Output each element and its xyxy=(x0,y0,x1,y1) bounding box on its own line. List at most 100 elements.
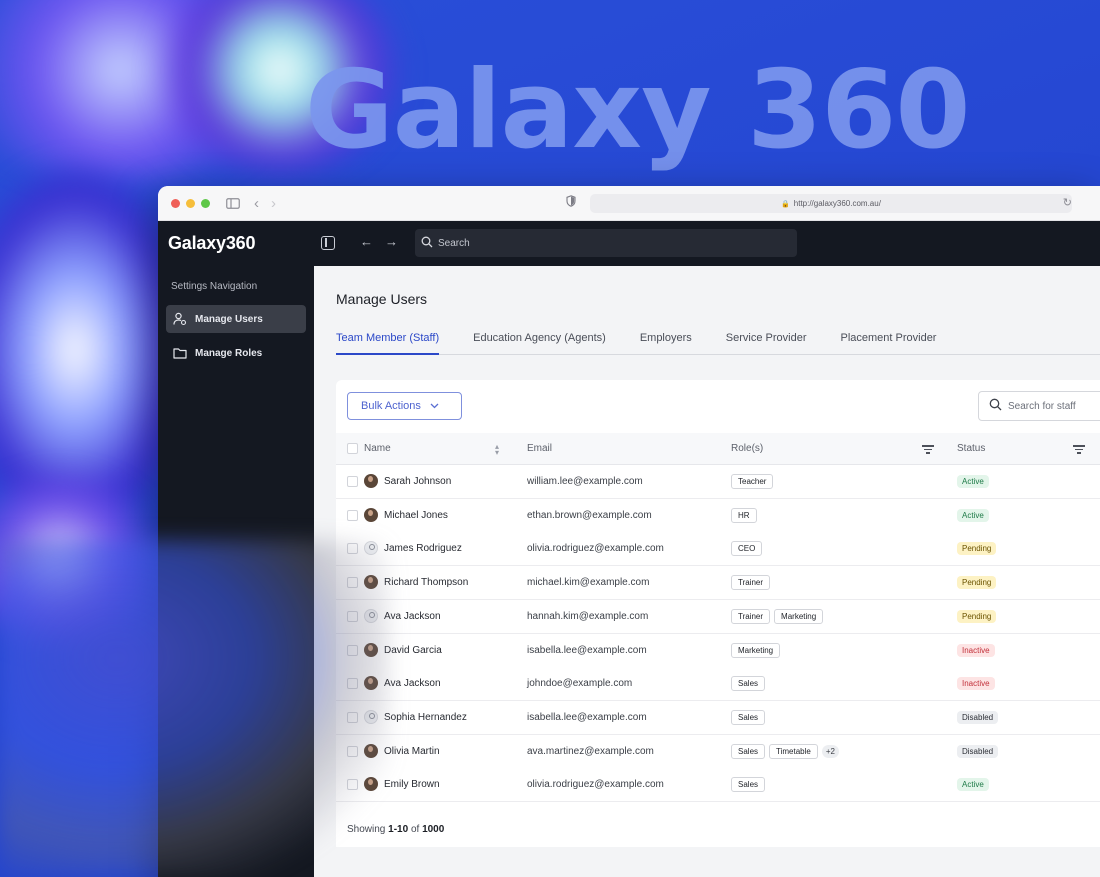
role-tag: Timetable xyxy=(769,743,818,759)
table-row[interactable]: Emily Brown olivia.rodriguez@example.com S… xyxy=(336,768,1100,803)
row-checkbox[interactable] xyxy=(347,543,358,555)
status-badge: Inactive xyxy=(957,643,995,657)
user-placeholder-icon xyxy=(364,541,378,556)
table-row[interactable]: Sophia Hernandez isabella.lee@example.com… xyxy=(336,700,1100,735)
avatar xyxy=(364,743,378,758)
browser-back-icon[interactable]: ‹ xyxy=(254,195,259,212)
user-type-tabs: Team Member (Staff) Education Agency (Ag… xyxy=(336,332,1100,355)
search-icon xyxy=(421,236,433,251)
status-badge: Pending xyxy=(957,542,997,556)
roles-filter-icon[interactable] xyxy=(922,445,934,456)
table-row[interactable]: David Garcia isabella.lee@example.com Mark… xyxy=(336,633,1100,668)
table-row[interactable]: Michael Jones ethan.brown@example.com HR Ac… xyxy=(336,498,1100,533)
global-search-placeholder: Search xyxy=(438,237,470,249)
privacy-shield-icon[interactable] xyxy=(566,195,576,207)
user-email: isabella.lee@example.com xyxy=(527,711,647,723)
column-header-email[interactable]: Email xyxy=(527,443,552,454)
user-email: olivia.rodriguez@example.com xyxy=(527,779,664,791)
role-tags: Sales Timetable +2 xyxy=(731,743,839,759)
tab-team-member-staff[interactable]: Team Member (Staff) xyxy=(336,332,440,355)
row-checkbox[interactable] xyxy=(347,577,358,589)
row-checkbox[interactable] xyxy=(347,644,358,656)
user-name: James Rodriguez xyxy=(384,543,462,555)
sidebar-item-label: Manage Users xyxy=(195,313,263,325)
row-checkbox[interactable] xyxy=(347,745,358,757)
global-search-input[interactable]: Search xyxy=(415,229,797,257)
row-checkbox[interactable] xyxy=(347,509,358,521)
close-window-button[interactable] xyxy=(171,198,180,208)
pagination-of: of xyxy=(410,824,420,835)
user-name: Sophia Hernandez xyxy=(384,711,467,723)
zoom-window-button[interactable] xyxy=(201,198,210,208)
role-tags: Trainer xyxy=(731,575,774,591)
role-tag: Marketing xyxy=(774,608,824,624)
tab-education-agency[interactable]: Education Agency (Agents) xyxy=(473,332,606,355)
user-name: Ava Jackson xyxy=(384,678,441,690)
table-row[interactable]: Sarah Johnson william.lee@example.com Teac… xyxy=(336,465,1100,499)
chevron-down-icon xyxy=(430,401,439,411)
user-name: David Garcia xyxy=(384,644,442,656)
row-checkbox[interactable] xyxy=(347,476,358,487)
collapse-sidebar-icon[interactable] xyxy=(321,236,335,250)
address-bar[interactable]: 🔒 http://galaxy360.com.au/ xyxy=(590,194,1072,213)
column-header-roles[interactable]: Role(s) xyxy=(731,443,763,454)
search-icon xyxy=(989,398,1002,414)
user-name: Emily Brown xyxy=(384,779,440,791)
role-tags: Marketing xyxy=(731,642,784,658)
column-header-status[interactable]: Status xyxy=(957,443,985,454)
status-badge: Active xyxy=(957,508,989,522)
browser-forward-icon[interactable]: › xyxy=(271,195,276,212)
row-checkbox[interactable] xyxy=(347,711,358,723)
sidebar-item-manage-users[interactable]: Manage Users xyxy=(166,305,306,333)
bulk-actions-button[interactable]: Bulk Actions xyxy=(347,392,462,420)
minimize-window-button[interactable] xyxy=(186,198,195,208)
avatar xyxy=(364,474,378,488)
table-row[interactable]: James Rodriguez olivia.rodriguez@example.… xyxy=(336,532,1100,567)
status-filter-icon[interactable] xyxy=(1073,445,1085,456)
browser-sidebar-icon[interactable] xyxy=(226,197,240,209)
avatar xyxy=(364,676,378,691)
sort-icon[interactable]: ▴ ▾ xyxy=(495,443,499,457)
more-roles-badge[interactable]: +2 xyxy=(821,744,839,758)
user-name: Michael Jones xyxy=(384,509,448,521)
pagination-prefix: Showing xyxy=(347,824,386,835)
back-arrow-icon[interactable]: ← xyxy=(360,234,373,249)
staff-search-input[interactable]: Search for staff xyxy=(978,391,1100,421)
user-name: Richard Thompson xyxy=(384,577,469,589)
row-checkbox[interactable] xyxy=(347,678,358,690)
role-tag: HR xyxy=(731,507,757,523)
user-placeholder-icon xyxy=(364,608,378,623)
user-email: hannah.kim@example.com xyxy=(527,610,649,622)
tab-employers[interactable]: Employers xyxy=(640,332,692,355)
row-checkbox[interactable] xyxy=(347,610,358,622)
select-all-checkbox[interactable] xyxy=(347,443,358,454)
sidebar-item-label: Manage Roles xyxy=(195,347,263,359)
app-logo[interactable]: Galaxy360 xyxy=(168,233,255,254)
sidebar-item-manage-roles[interactable]: Manage Roles xyxy=(166,339,306,367)
tab-placement-provider[interactable]: Placement Provider xyxy=(840,332,936,355)
status-badge: Inactive xyxy=(957,677,995,691)
app-header: Galaxy360 ← → Search xyxy=(158,221,1100,266)
tab-service-provider[interactable]: Service Provider xyxy=(726,332,807,355)
user-name: Sarah Johnson xyxy=(384,476,452,487)
table-row[interactable]: Olivia Martin ava.martinez@example.com Sal… xyxy=(336,734,1100,769)
reload-icon[interactable]: ↻ xyxy=(1063,196,1072,209)
sidebar-heading: Settings Navigation xyxy=(171,281,258,292)
role-tags: Sales xyxy=(731,709,769,725)
user-name: Ava Jackson xyxy=(384,610,441,622)
role-tags: Trainer Marketing xyxy=(731,608,827,624)
user-email: ethan.brown@example.com xyxy=(527,509,652,521)
table-row[interactable]: Ava Jackson johndoe@example.com Sales Inact… xyxy=(336,667,1100,702)
forward-arrow-icon[interactable]: → xyxy=(385,234,398,249)
table-row[interactable]: Ava Jackson hannah.kim@example.com Trainer… xyxy=(336,599,1100,634)
column-header-name[interactable]: Name xyxy=(364,443,391,454)
role-tag: Marketing xyxy=(731,642,781,658)
table-row[interactable]: Richard Thompson michael.kim@example.com T… xyxy=(336,566,1100,601)
role-tags: CEO xyxy=(731,541,766,557)
status-badge: Disabled xyxy=(957,710,999,724)
bulk-actions-label: Bulk Actions xyxy=(361,400,421,412)
role-tag: Trainer xyxy=(731,575,771,591)
pagination-total: 1000 xyxy=(422,824,445,835)
role-tag: Sales xyxy=(731,709,766,725)
row-checkbox[interactable] xyxy=(347,779,358,791)
